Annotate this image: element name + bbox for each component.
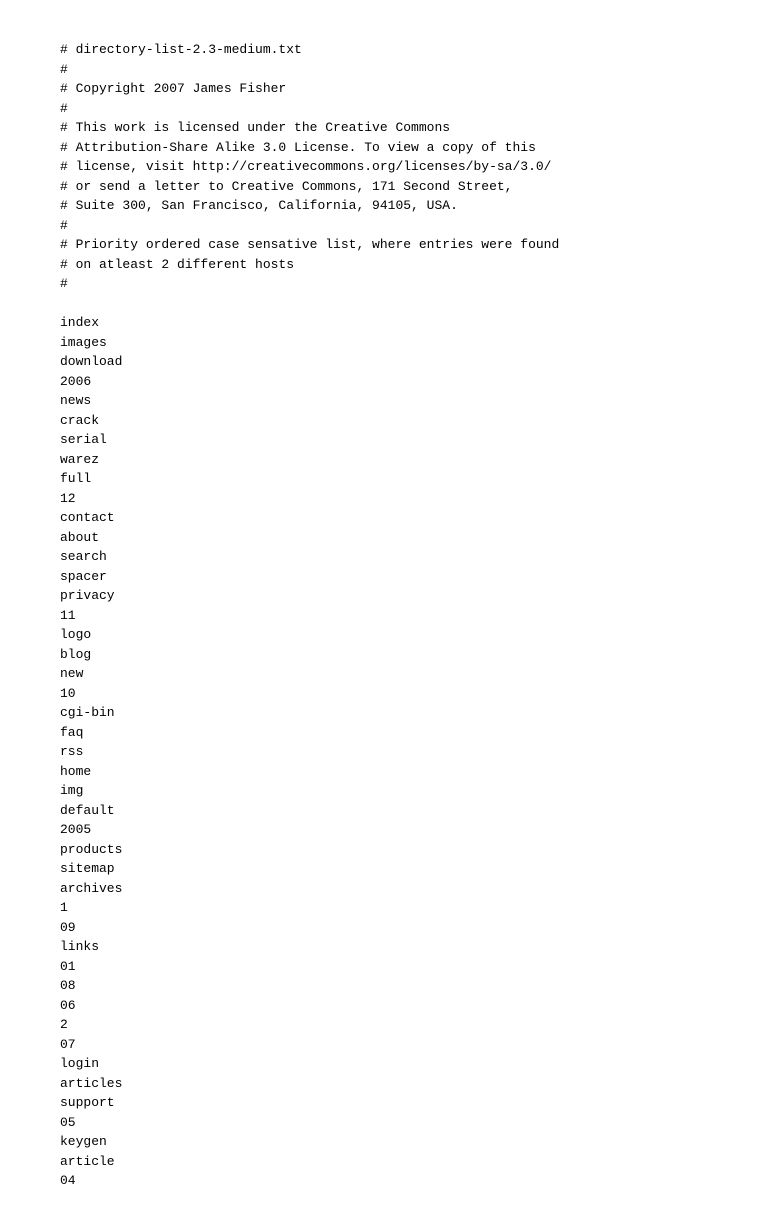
file-content: # directory-list-2.3-medium.txt # # Copy… — [60, 40, 708, 1191]
